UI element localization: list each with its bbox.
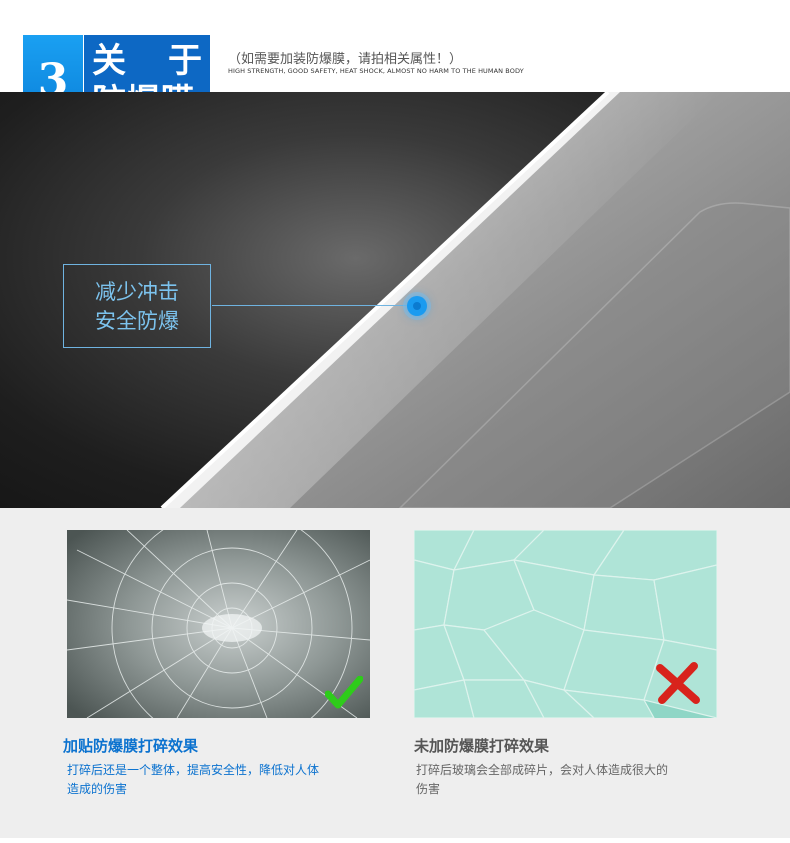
callout-line2: 安全防爆 bbox=[95, 309, 179, 333]
subtitle-english: HIGH STRENGTH, GOOD SAFETY, HEAT SHOCK, … bbox=[228, 67, 524, 75]
with-film-title: 加贴防爆膜打碎效果 bbox=[63, 737, 199, 755]
section-title-char-b: 于 bbox=[168, 41, 202, 81]
checkmark-icon bbox=[325, 676, 363, 709]
with-film-description: 打碎后还是一个整体，提高安全性，降低对人体造成的伤害 bbox=[67, 763, 320, 796]
section-title-char-a: 关 bbox=[92, 41, 126, 81]
comparison-section: 加贴防爆膜打碎效果 打碎后还是一个整体，提高安全性，降低对人体造成的伤害 未加防… bbox=[0, 508, 790, 838]
header: 3 关 于 防爆膜 （如需要加装防爆膜，请拍相关属性！） HIGH STRENG… bbox=[0, 0, 790, 127]
shattered-with-film-photo bbox=[67, 530, 370, 718]
feature-callout-box: 减少冲击 安全防爆 bbox=[63, 264, 211, 348]
shattered-without-film-photo bbox=[414, 530, 717, 718]
callout-line1: 减少冲击 bbox=[95, 280, 179, 304]
subtitle: （如需要加装防爆膜，请拍相关属性！） bbox=[228, 52, 463, 67]
without-film-description: 打碎后玻璃会全部成碎片，会对人体造成很大的伤害 bbox=[416, 763, 669, 796]
callout-dot-icon bbox=[407, 296, 427, 316]
callout-connector bbox=[212, 305, 416, 306]
cross-icon bbox=[656, 662, 700, 704]
section-title-line1: 关 于 bbox=[92, 42, 202, 80]
without-film-title: 未加防爆膜打碎效果 bbox=[414, 737, 550, 755]
hero-banner: 减少冲击 安全防爆 bbox=[0, 92, 790, 508]
